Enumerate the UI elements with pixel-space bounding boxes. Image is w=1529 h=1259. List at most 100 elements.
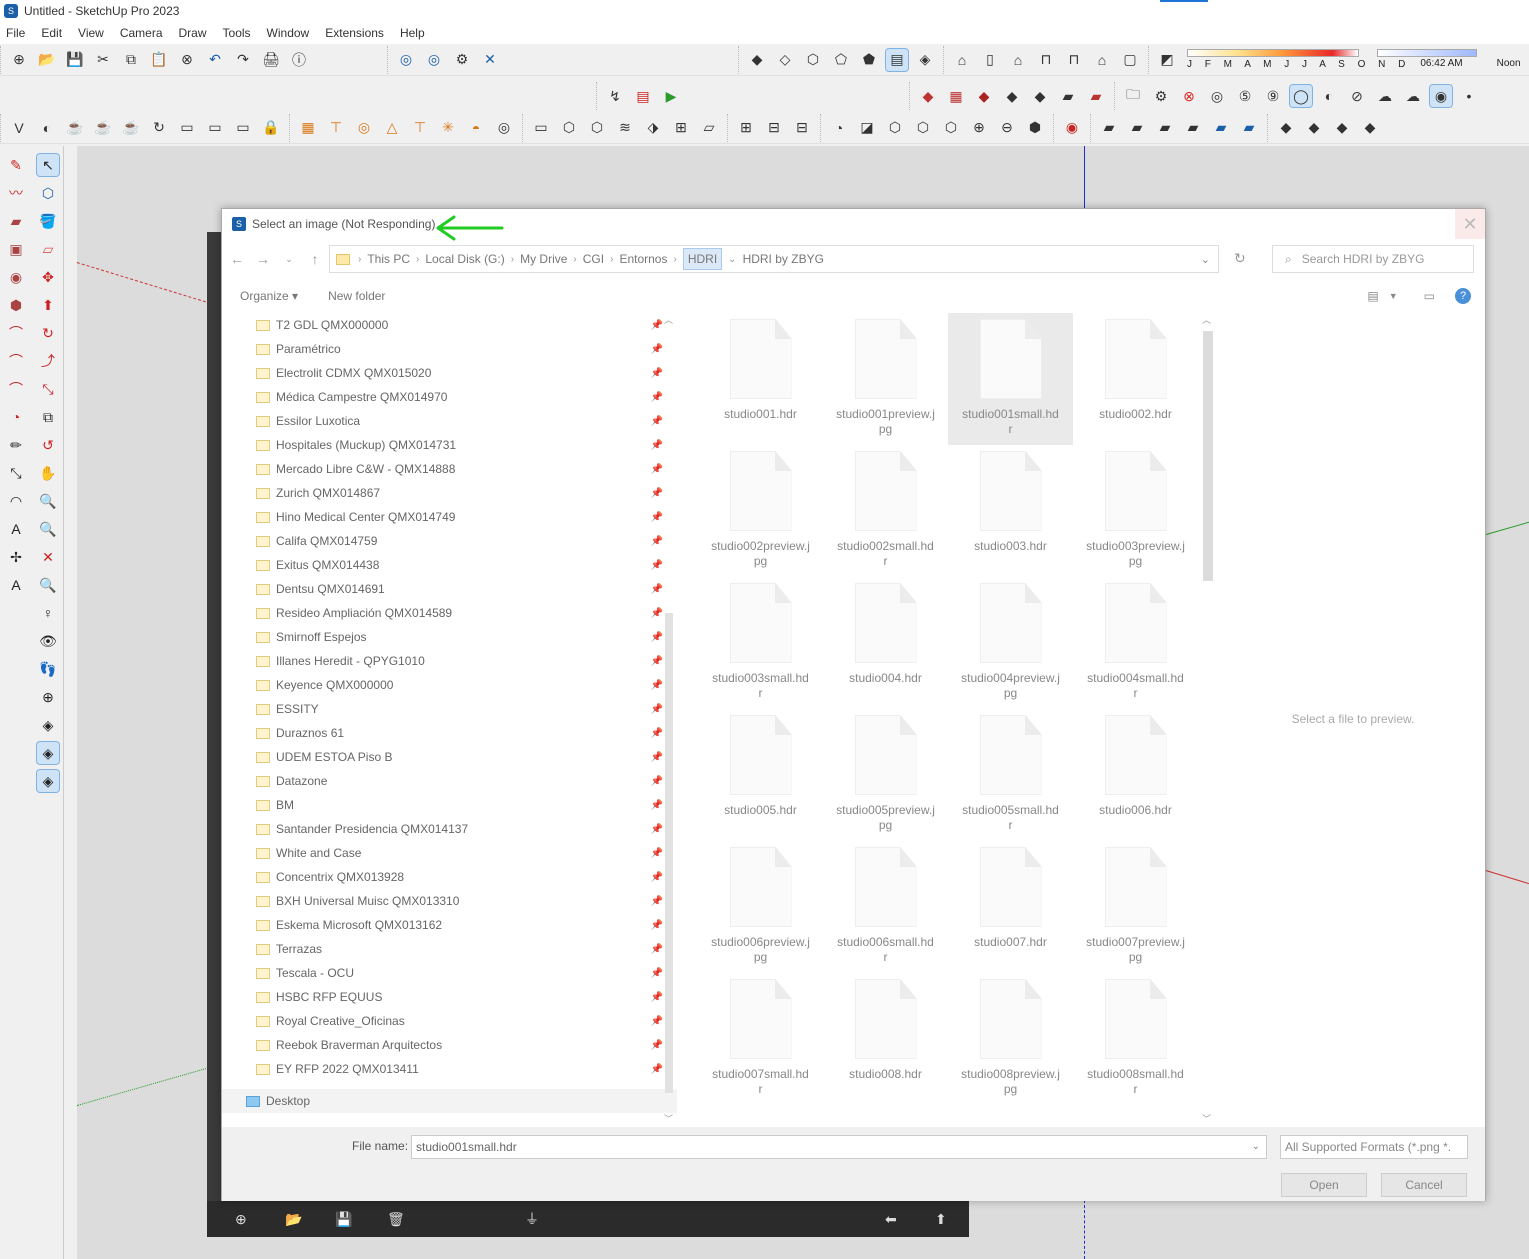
frame-buffer-icon[interactable]: ▭ [176, 117, 198, 139]
nav-folder-item[interactable]: HSBC RFP EQUUS 📌 [222, 985, 677, 1009]
file-item[interactable]: studio008small.hdr [1073, 973, 1198, 1105]
solid-tools-icon[interactable]: ◪ [856, 117, 878, 139]
cloud-upload-icon[interactable]: ☁ [1402, 85, 1424, 107]
new-folder-button[interactable]: New folder [328, 289, 385, 303]
file-item[interactable]: studio006.hdr [1073, 709, 1198, 841]
dimension-icon[interactable]: ⤡ [5, 462, 27, 484]
nav-folder-item[interactable]: BXH Universal Muisc QMX013310 📌 [222, 889, 677, 913]
file-item[interactable]: studio005.hdr [698, 709, 823, 841]
file-list-scrollbar[interactable]: ︿ ﹀ [1200, 313, 1214, 1125]
ies-light-icon[interactable]: △ [381, 117, 403, 139]
omni-light-icon[interactable]: ⊤ [409, 117, 431, 139]
file-item[interactable]: studio003small.hdr [698, 577, 823, 709]
menu-file[interactable]: File [6, 26, 25, 40]
share-model-icon[interactable]: ◎ [423, 49, 445, 71]
nav-folder-item[interactable]: Resideo Ampliación QMX014589 📌 [222, 601, 677, 625]
nav-folder-item[interactable]: Exitus QMX014438 📌 [222, 553, 677, 577]
hidden-line-icon[interactable]: ⬠ [830, 49, 852, 71]
scroll-up-icon[interactable]: ︿ [1202, 313, 1211, 326]
settings-gear-icon[interactable]: ⚙ [1150, 85, 1172, 107]
circle-tool-icon[interactable]: ◉ [5, 266, 27, 288]
dot-icon[interactable]: • [1458, 85, 1480, 107]
cancel-button[interactable]: Cancel [1381, 1173, 1467, 1197]
file-item[interactable]: studio005preview.jpg [823, 709, 948, 841]
shadows-toggle-icon[interactable]: ◩ [1156, 49, 1178, 71]
model-info-icon[interactable]: ⓘ [288, 49, 310, 71]
breadcrumb-item[interactable]: Entornos [619, 252, 667, 266]
spot-light-icon[interactable]: ⊤ [325, 117, 347, 139]
2pt-arc-icon[interactable]: ⌒ [5, 350, 27, 372]
breadcrumb-item[interactable]: This PC [367, 252, 410, 266]
open-icon[interactable]: 📂 [36, 49, 58, 71]
sphere-grid-icon[interactable]: ⊕ [968, 117, 990, 139]
nav-folder-item[interactable]: Eskema Microsoft QMX013162 📌 [222, 913, 677, 937]
teapot-interactive-icon[interactable]: ☕ [120, 117, 142, 139]
file-item[interactable]: studio004small.hdr [1073, 577, 1198, 709]
eraser-tool-icon[interactable]: ▱ [37, 238, 59, 260]
menu-help[interactable]: Help [400, 26, 425, 40]
right-view-icon[interactable]: ⊓ [1035, 49, 1057, 71]
push-pull-icon[interactable]: ⬆ [37, 294, 59, 316]
follow-me-icon[interactable]: ⤴ [37, 350, 59, 372]
erase-icon[interactable]: ⊗ [176, 49, 198, 71]
image-icon[interactable]: ▭ [232, 117, 254, 139]
breadcrumb-item[interactable]: Local Disk (G:) [425, 252, 504, 266]
chevron-down-icon[interactable]: ⌄ [728, 254, 736, 265]
shaded-icon[interactable]: ⬟ [858, 49, 880, 71]
nav-folder-item[interactable]: Reebok Braverman Arquitectos 📌 [222, 1033, 677, 1057]
paint-icon[interactable]: ◆ [973, 85, 995, 107]
back-edges-icon[interactable]: ◇ [774, 49, 796, 71]
nav-folder-item[interactable]: Zurich QMX014867 📌 [222, 481, 677, 505]
file-name-input[interactable]: studio001small.hdr ⌄ [411, 1135, 1267, 1159]
mesh-icon[interactable]: ⊞ [670, 117, 692, 139]
position-camera-icon[interactable]: ♀ [37, 602, 59, 624]
zoom-tool-icon[interactable]: 🔍 [37, 490, 59, 512]
vray-asset-b-icon[interactable]: ◆ [1303, 117, 1325, 139]
grid-icon[interactable]: ⊞ [735, 117, 757, 139]
organize-button[interactable]: Organize ▾ [240, 289, 298, 303]
shadow-date-slider[interactable]: J F M A M J J A S O N D 06:42 AM Noon [1187, 49, 1521, 70]
view-mode-dropdown-icon[interactable]: ▼ [1389, 291, 1398, 301]
undo-icon[interactable]: ↶ [204, 49, 226, 71]
vray-render-icon[interactable]: ◐ [36, 117, 58, 139]
chevron-right-icon[interactable]: › [511, 254, 514, 265]
nav-folder-item[interactable]: Concentrix QMX013928 📌 [222, 865, 677, 889]
asset-f-icon[interactable]: ▰ [1238, 117, 1260, 139]
copy-icon[interactable]: ⧉ [120, 49, 142, 71]
move-tool-icon[interactable]: ✥ [37, 266, 59, 288]
material-icon[interactable]: ◆ [917, 85, 939, 107]
pie-tool-icon[interactable]: ◔ [5, 406, 27, 428]
section-icon[interactable]: ⊟ [763, 117, 785, 139]
scatter-icon[interactable]: ⬗ [642, 117, 664, 139]
shaded-textures-icon[interactable]: ▤ [885, 47, 909, 72]
redo-icon[interactable]: ↷ [232, 49, 254, 71]
cube-alt-icon[interactable]: ⬡ [940, 117, 962, 139]
section-fill-icon[interactable]: ⊟ [791, 117, 813, 139]
nav-folder-item[interactable]: Royal Creative_Oficinas 📌 [222, 1009, 677, 1033]
up-arrow-icon[interactable]: ⬆ [935, 1211, 947, 1228]
section-plane-icon[interactable]: ⊕ [37, 686, 59, 708]
nav-folder-item[interactable]: Hino Medical Center QMX014749 📌 [222, 505, 677, 529]
print-icon[interactable]: 🖨 [260, 49, 282, 71]
file-item[interactable]: studio002preview.jpg [698, 445, 823, 577]
menu-tools[interactable]: Tools [223, 26, 251, 40]
chevron-right-icon[interactable]: › [416, 254, 419, 265]
breadcrumb-item[interactable]: CGI [583, 252, 604, 266]
save-icon[interactable]: 💾 [64, 49, 86, 71]
file-type-select[interactable]: All Supported Formats (*.png *. [1280, 1135, 1468, 1159]
search-input[interactable]: ⌕ Search HDRI by ZBYG [1272, 245, 1474, 273]
nav-folder-item[interactable]: Duraznos 61 📌 [222, 721, 677, 745]
asset-e-icon[interactable]: ▰ [1210, 117, 1232, 139]
sun-light-icon[interactable]: ✳ [437, 117, 459, 139]
component-icon[interactable]: ⬢ [1024, 117, 1046, 139]
nav-folder-item[interactable]: Tescala - OCU 📌 [222, 961, 677, 985]
rotate-tool-icon[interactable]: ↻ [37, 322, 59, 344]
iso-view-icon[interactable]: ⌂ [951, 49, 973, 71]
axes-tool-icon[interactable]: ✢ [5, 546, 27, 568]
file-item[interactable]: studio007preview.jpg [1073, 841, 1198, 973]
nav-folder-item[interactable]: Paramétrico 📌 [222, 337, 677, 361]
preview-pane-icon[interactable]: ▭ [1424, 289, 1435, 303]
xray-icon[interactable]: ◆ [746, 49, 768, 71]
file-item[interactable]: studio004preview.jpg [948, 577, 1073, 709]
wireframe-icon[interactable]: ⬡ [802, 49, 824, 71]
